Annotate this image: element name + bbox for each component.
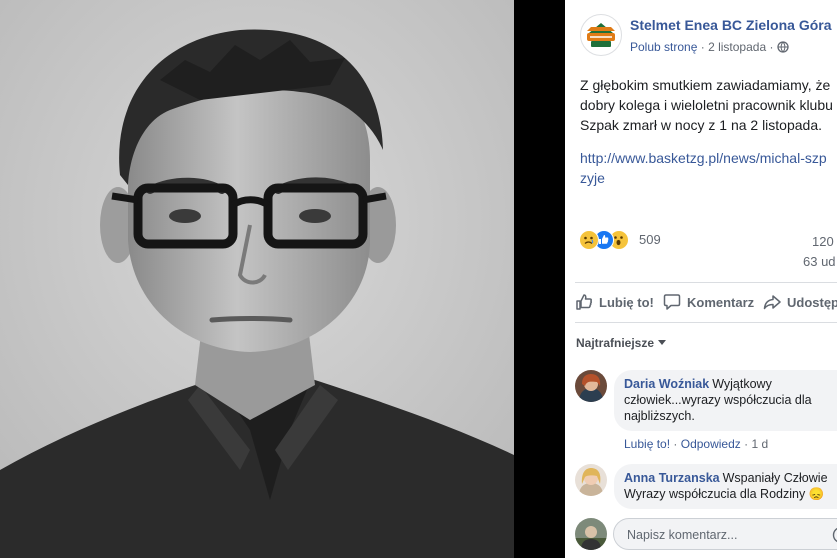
share-button[interactable]: Udostęp	[763, 284, 837, 320]
comment-input[interactable]: Napisz komentarz...	[613, 518, 837, 550]
like-label: Lubię to!	[599, 294, 654, 310]
comment-input-placeholder: Napisz komentarz...	[627, 528, 738, 542]
comment-text: Wspaniały Człowie	[722, 471, 828, 485]
comment-like-link[interactable]: Lubię to!	[624, 437, 670, 451]
comment-button[interactable]: Komentarz	[663, 284, 754, 320]
post-link[interactable]: http://www.basketzg.pl/news/michal-szp z…	[580, 148, 837, 188]
reactions-count[interactable]: 509	[639, 232, 661, 247]
comment-label: Komentarz	[687, 294, 755, 310]
post-link-line[interactable]: http://www.basketzg.pl/news/michal-szp	[580, 148, 837, 168]
avatar[interactable]	[575, 370, 607, 402]
sad-reaction-icon	[579, 230, 599, 250]
post-date-link[interactable]: 2 listopada	[708, 40, 766, 54]
comment-text: Wyrazy współczucia dla Rodziny	[624, 487, 806, 501]
comment-author-link[interactable]: Anna Turzanska	[624, 471, 720, 485]
disappointed-emoji: 😞	[808, 487, 825, 501]
comments-count[interactable]: 120	[812, 234, 834, 249]
divider	[575, 282, 837, 283]
comment-reply-link[interactable]: Odpowiedz	[681, 437, 741, 451]
comment-time[interactable]: 1 d	[751, 437, 768, 451]
user-avatar[interactable]	[575, 518, 607, 550]
comment-bubble: Daria Woźniak Wyjątkowy człowiek...wyrazy…	[614, 370, 837, 431]
post-text: Z głębokim smutkiem zawiadamiamy, że dob…	[580, 75, 837, 135]
share-arrow-icon	[763, 293, 787, 311]
post-text-line: dobry kolega i wieloletni pracownik klub…	[580, 97, 833, 113]
comment-composer: Napisz komentarz...	[575, 517, 837, 551]
emoji-icon[interactable]	[832, 526, 837, 549]
comment-text: człowiek...wyrazy współczucia dla	[624, 393, 812, 407]
footer-separator: ·	[673, 437, 678, 451]
page-name-link[interactable]: Stelmet Enea BC Zielona Góra	[630, 17, 832, 33]
post-text-line: Z głębokim smutkiem zawiadamiamy, że	[580, 77, 831, 93]
page-logo-icon[interactable]	[580, 14, 622, 56]
comment-footer: Lubię to! · Odpowiedz · 1 d	[624, 437, 768, 451]
share-label: Udostęp	[787, 294, 837, 310]
comment-bubble-icon	[663, 293, 687, 311]
caret-down-icon	[658, 340, 667, 345]
post-meta: Polub stronę · 2 listopada ·	[630, 40, 789, 56]
meta-separator-2: ·	[769, 40, 774, 54]
post-text-line: Szpak zmarł w nocy z 1 na 2 listopada.	[580, 117, 823, 133]
comment-sort-dropdown[interactable]: Najtrafniejsze	[576, 336, 667, 350]
comment-author-link[interactable]: Daria Woźniak	[624, 377, 709, 391]
comment-bubble: Anna Turzanska Wspaniały Człowie Wyrazy w…	[614, 464, 837, 509]
post-photo[interactable]	[0, 0, 514, 558]
thumbs-up-icon	[575, 293, 599, 311]
divider	[575, 322, 837, 323]
comment-text: najbliższych.	[624, 409, 695, 423]
globe-icon[interactable]	[777, 41, 789, 56]
photo-viewer	[0, 0, 565, 558]
avatar[interactable]	[575, 464, 607, 496]
footer-separator: ·	[744, 437, 749, 451]
meta-separator: ·	[700, 40, 705, 54]
like-page-link[interactable]: Polub stronę	[630, 40, 697, 54]
post-panel: Stelmet Enea BC Zielona Góra Polub stron…	[565, 0, 837, 558]
like-button[interactable]: Lubię to!	[575, 284, 654, 320]
sort-label: Najtrafniejsze	[576, 336, 655, 350]
comment-text: Wyjątkowy	[712, 377, 772, 391]
post-link-line[interactable]: zyje	[580, 168, 837, 188]
shares-count[interactable]: 63 ud	[803, 254, 836, 269]
